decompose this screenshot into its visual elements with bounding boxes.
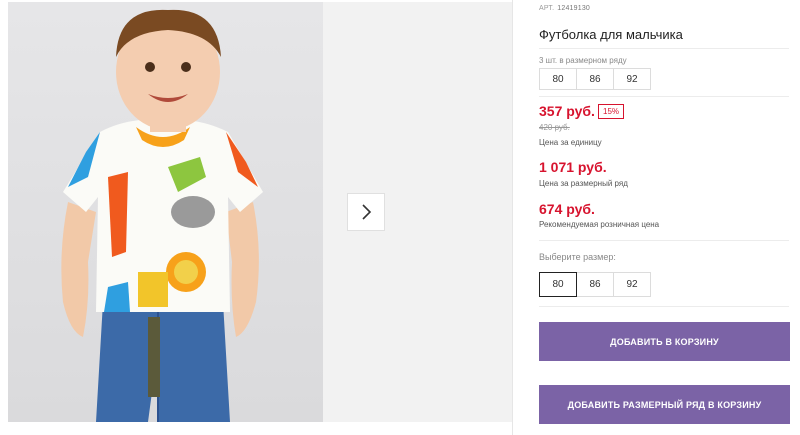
size-set-chip: 92	[613, 68, 651, 90]
size-set-chip: 86	[576, 68, 614, 90]
retail-price-caption: Рекомендуемая розничная цена	[539, 220, 660, 229]
title-divider	[539, 48, 789, 49]
size-set-note: 3 шт. в размерном ряду	[539, 56, 627, 65]
retail-price: 674 руб.	[539, 201, 595, 217]
size-set-list: 80 86 92	[539, 68, 651, 90]
article-value: 12419130	[557, 5, 591, 12]
product-photo[interactable]	[8, 2, 323, 422]
size-picker-label: Выберите размер:	[539, 252, 616, 262]
unit-price-caption: Цена за единицу	[539, 138, 602, 147]
size-picker: 80 86 92	[539, 272, 651, 297]
size-option-80[interactable]: 80	[539, 272, 577, 297]
product-photo-image	[61, 9, 263, 422]
size-option-92[interactable]: 92	[613, 272, 651, 297]
column-divider	[512, 0, 513, 435]
old-price: 420 руб.	[539, 123, 570, 132]
discount-badge: 15%	[598, 104, 625, 119]
pricing-divider	[539, 240, 789, 241]
sizes-divider	[539, 96, 789, 97]
size-set-chip: 80	[539, 68, 577, 90]
chevron-right-icon	[362, 204, 372, 220]
picker-divider	[539, 306, 789, 307]
set-price-caption: Цена за размерный ряд	[539, 179, 628, 188]
article-number: АРТ. 12419130	[539, 5, 590, 12]
next-image-button[interactable]	[347, 193, 385, 231]
unit-price: 357 руб.	[539, 103, 595, 119]
product-gallery	[0, 0, 512, 435]
size-option-86[interactable]: 86	[576, 272, 614, 297]
article-label: АРТ.	[539, 5, 555, 12]
add-set-to-cart-button[interactable]: ДОБАВИТЬ РАЗМЕРНЫЙ РЯД В КОРЗИНУ	[539, 385, 790, 424]
product-title: Футболка для мальчика	[539, 27, 683, 42]
add-to-cart-button[interactable]: ДОБАВИТЬ В КОРЗИНУ	[539, 322, 790, 361]
set-price: 1 071 руб.	[539, 159, 607, 175]
